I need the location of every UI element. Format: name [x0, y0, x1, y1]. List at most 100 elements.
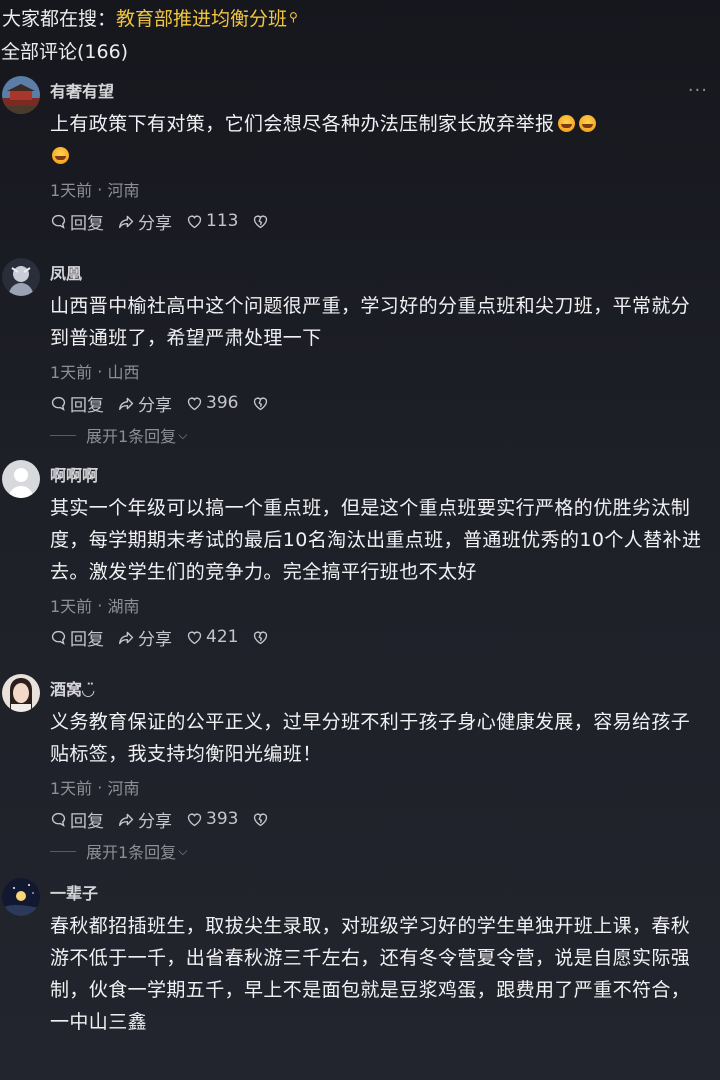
comment-location: 山西 — [107, 363, 140, 382]
laugh-cry-emoji-icon — [52, 147, 69, 164]
share-arrow-icon — [119, 397, 134, 410]
divider — [50, 850, 76, 852]
like-count: 393 — [206, 809, 239, 829]
comment-meta: 1天前 · 湖南 — [50, 588, 720, 622]
like-count: 421 — [206, 627, 239, 647]
search-icon: ⚲ — [289, 10, 298, 24]
comments-count-header: 全部评论(166) — [0, 34, 720, 66]
share-label: 分享 — [138, 629, 172, 650]
reply-button[interactable]: 回复 — [50, 209, 104, 234]
comment-bubble-icon — [51, 630, 66, 645]
avatar[interactable] — [2, 258, 40, 296]
comment-actions: 回复 分享 113 — [50, 206, 720, 236]
reply-label: 回复 — [70, 213, 104, 234]
comment-meta: 1天前 · 河南 — [50, 770, 720, 804]
broken-heart-icon — [254, 631, 268, 644]
expand-replies-label: 展开1条回复 — [86, 427, 177, 446]
heart-icon — [187, 813, 202, 826]
meta-separator: · — [92, 361, 108, 381]
comment-text: 上有政策下有对策，它们会想尽各种办法压制家长放弃举报 — [50, 108, 720, 172]
expand-replies-button[interactable]: 展开1条回复 ⌵ — [50, 834, 720, 868]
comment-time: 1天前 — [50, 181, 93, 200]
comment-item: 有奢有望 ··· 上有政策下有对策，它们会想尽各种办法压制家长放弃举报 1天前 … — [0, 72, 720, 236]
like-button[interactable]: 421 — [186, 627, 238, 647]
comment-meta: 1天前 · 山西 — [50, 354, 720, 388]
avatar[interactable] — [2, 878, 40, 916]
share-button[interactable]: 分享 — [118, 625, 172, 650]
dislike-button[interactable] — [252, 213, 272, 230]
comment-location: 河南 — [107, 181, 140, 200]
heart-icon — [187, 215, 202, 228]
broken-heart-icon — [254, 215, 268, 228]
share-button[interactable]: 分享 — [118, 209, 172, 234]
dislike-button[interactable] — [252, 629, 272, 646]
comment-text: 其实一个年级可以搞一个重点班，但是这个重点班要实行严格的优胜劣汰制度，每学期期末… — [50, 497, 702, 583]
avatar[interactable] — [2, 674, 40, 712]
like-count: 396 — [206, 393, 239, 413]
share-button[interactable]: 分享 — [118, 391, 172, 416]
comment-time: 1天前 — [50, 779, 93, 798]
share-button[interactable]: 分享 — [118, 807, 172, 832]
comment-username[interactable]: 啊啊啊 — [50, 456, 720, 492]
comments-page: 大家都在搜： 教育部推进均衡分班 ⚲ 全部评论(166) 有奢有望 ··· 上有… — [0, 0, 720, 1080]
comment-bubble-icon — [51, 812, 66, 827]
like-button[interactable]: 393 — [186, 809, 238, 829]
comment-meta: 1天前 · 河南 — [50, 172, 720, 206]
avatar[interactable] — [2, 76, 40, 114]
reply-button[interactable]: 回复 — [50, 391, 104, 416]
share-label: 分享 — [138, 395, 172, 416]
expand-replies-button[interactable]: 展开1条回复 ⌵ — [50, 418, 720, 452]
share-arrow-icon — [119, 813, 134, 826]
dislike-button[interactable] — [252, 811, 272, 828]
expand-replies-label: 展开1条回复 — [86, 843, 177, 862]
comment-time: 1天前 — [50, 597, 93, 616]
comment-actions: 回复 分享 421 — [50, 622, 720, 652]
share-label: 分享 — [138, 213, 172, 234]
comment-item: 凤凰 山西晋中榆社高中这个问题很严重，学习好的分重点班和尖刀班，平常就分到普通班… — [0, 254, 720, 452]
comment-actions: 回复 分享 396 — [50, 388, 720, 418]
comment-bubble-icon — [51, 214, 66, 229]
like-button[interactable]: 396 — [186, 393, 238, 413]
reply-label: 回复 — [70, 629, 104, 650]
like-count: 113 — [206, 211, 239, 231]
broken-heart-icon — [254, 397, 268, 410]
reply-button[interactable]: 回复 — [50, 625, 104, 650]
more-dots-icon[interactable]: ··· — [688, 82, 708, 100]
divider — [50, 434, 76, 436]
comment-username[interactable]: 一辈子 — [50, 874, 720, 910]
share-arrow-icon — [119, 215, 134, 228]
comment-location: 湖南 — [107, 597, 140, 616]
dislike-button[interactable] — [252, 395, 272, 412]
heart-icon — [187, 397, 202, 410]
comment-time: 1天前 — [50, 363, 93, 382]
search-suggestion-bar[interactable]: 大家都在搜： 教育部推进均衡分班 ⚲ — [0, 0, 720, 34]
comment-text: 义务教育保证的公平正义，过早分班不利于孩子身心健康发展，容易给孩子贴标签，我支持… — [50, 711, 691, 765]
search-prefix: 大家都在搜： — [2, 7, 117, 30]
comments-count-label: 全部评论(166) — [1, 40, 129, 63]
comment-text: 山西晋中榆社高中这个问题很严重，学习好的分重点班和尖刀班，平常就分到普通班了，希… — [50, 295, 691, 349]
meta-separator: · — [92, 179, 108, 199]
share-arrow-icon — [119, 631, 134, 644]
share-label: 分享 — [138, 811, 172, 832]
reply-button[interactable]: 回复 — [50, 807, 104, 832]
heart-icon — [187, 631, 202, 644]
comment-username[interactable]: 有奢有望 — [50, 72, 720, 108]
meta-separator: · — [92, 777, 108, 797]
broken-heart-icon — [254, 813, 268, 826]
laugh-cry-emoji-icon — [558, 115, 576, 132]
comment-item: 一辈子 春秋都招插班生，取拔尖生录取，对班级学习好的学生单独开班上课，春秋游不低… — [0, 874, 720, 1038]
comment-actions: 回复 分享 393 — [50, 804, 720, 834]
search-suggestion-link[interactable]: 教育部推进均衡分班 — [116, 4, 287, 31]
avatar[interactable] — [2, 460, 40, 498]
chevron-down-icon: ⌵ — [178, 843, 188, 858]
comment-text-content: 上有政策下有对策，它们会想尽各种办法压制家长放弃举报 — [50, 113, 555, 135]
comment-username[interactable]: 酒窝◡̈ — [50, 670, 720, 706]
reply-label: 回复 — [70, 395, 104, 416]
chevron-down-icon: ⌵ — [178, 427, 188, 442]
comment-username[interactable]: 凤凰 — [50, 254, 720, 290]
comment-item: 酒窝◡̈ 义务教育保证的公平正义，过早分班不利于孩子身心健康发展，容易给孩子贴标… — [0, 670, 720, 868]
comment-item: 啊啊啊 其实一个年级可以搞一个重点班，但是这个重点班要实行严格的优胜劣汰制度，每… — [0, 456, 720, 652]
like-button[interactable]: 113 — [186, 211, 238, 231]
reply-label: 回复 — [70, 811, 104, 832]
laugh-cry-emoji-icon — [579, 115, 597, 132]
